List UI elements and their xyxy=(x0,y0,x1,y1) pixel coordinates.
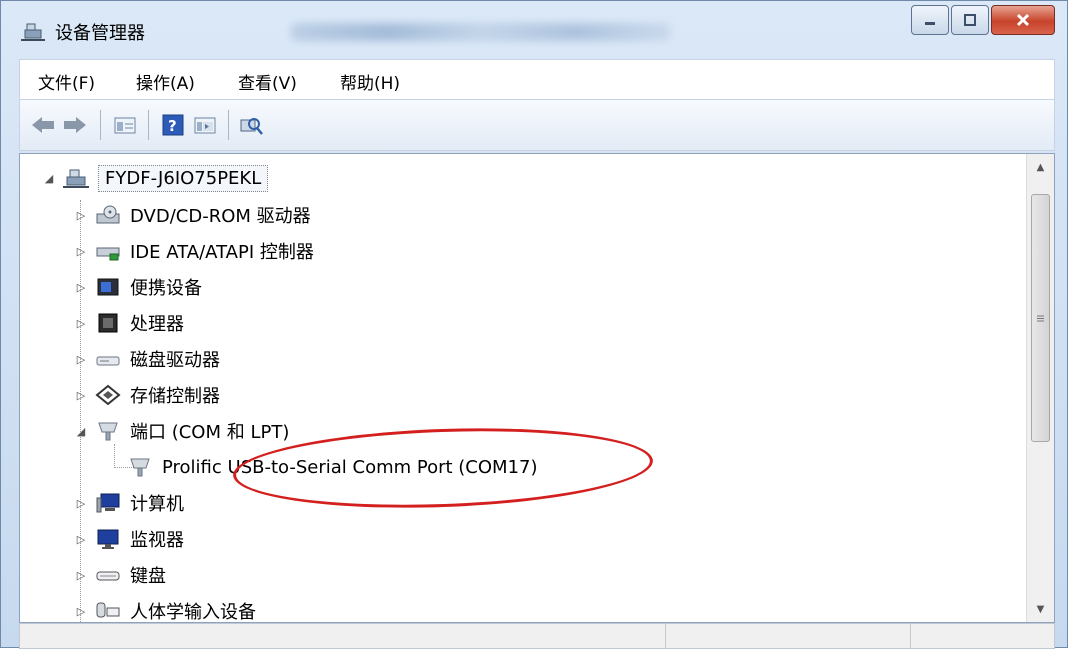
expand-arrow-icon[interactable]: ▷ xyxy=(74,281,88,294)
properties-button[interactable] xyxy=(112,112,138,138)
storage-controller-icon xyxy=(94,383,122,407)
expand-arrow-icon[interactable]: ▷ xyxy=(74,245,88,258)
tree-item-monitors[interactable]: ▷ 监视器 xyxy=(74,522,184,556)
maximize-icon xyxy=(964,14,976,26)
tree-item-prolific-port[interactable]: Prolific USB-to-Serial Comm Port (COM17) xyxy=(120,450,538,484)
scrollbar-thumb[interactable] xyxy=(1031,194,1050,442)
tree-item-storage-controllers[interactable]: ▷ 存储控制器 xyxy=(74,378,220,412)
menu-help[interactable]: 帮助(H) xyxy=(340,69,400,94)
tree-item-label: Prolific USB-to-Serial Comm Port (COM17) xyxy=(162,456,538,478)
device-manager-icon xyxy=(21,20,45,42)
blurred-title-region xyxy=(291,23,671,41)
tree-item-label: 计算机 xyxy=(130,494,184,515)
grip-icon xyxy=(1037,315,1044,321)
tree-item-processors[interactable]: ▷ 处理器 xyxy=(74,306,184,340)
disk-drive-icon xyxy=(94,347,122,371)
maximize-button[interactable] xyxy=(951,5,989,35)
computer-icon xyxy=(62,166,90,190)
help-button[interactable]: ? xyxy=(160,112,186,138)
toolbar-separator xyxy=(148,110,149,140)
console-view-button[interactable] xyxy=(192,112,218,138)
tree-item-label: 键盘 xyxy=(130,566,166,587)
minimize-button[interactable] xyxy=(911,5,949,35)
dvd-drive-icon xyxy=(94,203,122,227)
tree-item-label: 监视器 xyxy=(130,530,184,551)
computer-icon xyxy=(94,491,122,515)
collapse-arrow-icon[interactable]: ◢ xyxy=(74,425,88,438)
console-view-icon xyxy=(194,117,216,134)
window-title: 设备管理器 xyxy=(55,23,145,44)
forward-arrow-icon xyxy=(64,117,86,133)
title-bar[interactable]: 设备管理器 xyxy=(1,1,1067,57)
tree-item-dvd-cdrom[interactable]: ▷ DVD/CD-ROM 驱动器 xyxy=(74,198,311,232)
tree-item-ide-controller[interactable]: ▷ IDE ATA/ATAPI 控制器 xyxy=(74,234,314,268)
tree-item-ports[interactable]: ◢ 端口 (COM 和 LPT) xyxy=(74,414,290,448)
expand-arrow-icon[interactable]: ▷ xyxy=(74,353,88,366)
status-panel xyxy=(665,624,666,648)
scan-hardware-icon xyxy=(240,118,263,135)
hid-device-icon xyxy=(94,599,122,622)
ide-controller-icon xyxy=(94,239,122,263)
expand-arrow-icon[interactable]: ▷ xyxy=(74,605,88,618)
expand-arrow-icon[interactable]: ▷ xyxy=(74,497,88,510)
device-tree-pane: ◢ FYDF-J6IO75PEKL ▷ DVD/CD-ROM 驱动器 ▷ IDE… xyxy=(19,153,1055,623)
minimize-icon xyxy=(925,22,935,25)
help-icon: ? xyxy=(162,114,184,136)
status-panel xyxy=(910,624,911,648)
tree-item-label: 便携设备 xyxy=(130,278,202,299)
menu-view[interactable]: 查看(V) xyxy=(238,69,297,94)
close-button[interactable] xyxy=(991,5,1055,35)
tree-root[interactable]: ◢ FYDF-J6IO75PEKL xyxy=(42,161,269,195)
tree-item-computer[interactable]: ▷ 计算机 xyxy=(74,486,184,520)
menu-file[interactable]: 文件(F) xyxy=(38,69,95,94)
device-manager-window: 设备管理器 文件(F) 操作(A) 查看(V) 帮助(H) ? ◢ FYDF-J… xyxy=(0,0,1068,649)
tree-item-label: 磁盘驱动器 xyxy=(130,350,220,371)
computer-name: FYDF-J6IO75PEKL xyxy=(98,164,269,192)
processor-icon xyxy=(94,311,122,335)
back-arrow-icon xyxy=(32,117,54,133)
expand-arrow-icon[interactable]: ▷ xyxy=(74,389,88,402)
svg-text:?: ? xyxy=(168,117,177,135)
scroll-up-arrow-icon[interactable]: ▲ xyxy=(1027,154,1054,180)
toolbar-separator xyxy=(100,110,101,140)
tree-item-disk-drives[interactable]: ▷ 磁盘驱动器 xyxy=(74,342,220,376)
tree-item-label: 存储控制器 xyxy=(130,386,220,407)
window-controls xyxy=(911,5,1055,35)
tree-item-label: 人体学输入设备 xyxy=(130,602,256,623)
tree-item-label: 处理器 xyxy=(130,314,184,335)
port-icon xyxy=(126,455,154,479)
vertical-scrollbar[interactable]: ▲ ▼ xyxy=(1026,154,1054,622)
scroll-down-arrow-icon[interactable]: ▼ xyxy=(1027,596,1054,622)
tree-item-label: IDE ATA/ATAPI 控制器 xyxy=(130,242,314,263)
back-button[interactable] xyxy=(30,112,56,138)
status-bar xyxy=(19,623,1055,649)
monitor-icon xyxy=(94,527,122,551)
toolbar-separator xyxy=(228,110,229,140)
properties-icon xyxy=(114,117,136,134)
portable-device-icon xyxy=(94,275,122,299)
tree-item-hid[interactable]: ▷ 人体学输入设备 xyxy=(74,594,256,623)
tree-item-portable-devices[interactable]: ▷ 便携设备 xyxy=(74,270,202,304)
menu-action[interactable]: 操作(A) xyxy=(136,69,195,94)
expand-arrow-icon[interactable]: ▷ xyxy=(74,209,88,222)
tree-item-label: 端口 (COM 和 LPT) xyxy=(130,422,290,443)
expand-arrow-icon[interactable]: ▷ xyxy=(74,533,88,546)
tree-item-label: DVD/CD-ROM 驱动器 xyxy=(130,206,311,227)
collapse-arrow-icon[interactable]: ◢ xyxy=(42,172,56,185)
scan-hardware-button[interactable] xyxy=(238,112,264,138)
expand-arrow-icon[interactable]: ▷ xyxy=(74,317,88,330)
expand-arrow-icon[interactable]: ▷ xyxy=(74,569,88,582)
forward-button[interactable] xyxy=(62,112,88,138)
close-icon xyxy=(1016,13,1030,27)
keyboard-icon xyxy=(94,563,122,587)
toolbar: ? xyxy=(19,99,1055,151)
tree-item-keyboards[interactable]: ▷ 键盘 xyxy=(74,558,166,592)
menu-bar: 文件(F) 操作(A) 查看(V) 帮助(H) xyxy=(19,59,1055,99)
port-icon xyxy=(94,419,122,443)
